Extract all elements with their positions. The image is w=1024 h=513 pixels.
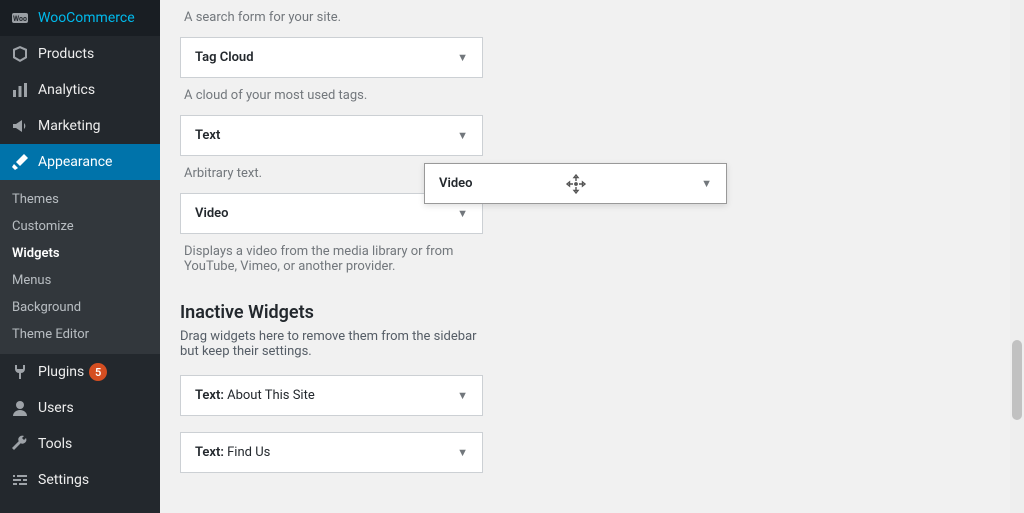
sidebar-item-tools[interactable]: Tools	[0, 426, 160, 462]
vertical-scrollbar[interactable]	[1010, 0, 1024, 513]
submenu-themes[interactable]: Themes	[0, 186, 160, 213]
widget-text[interactable]: Text ▼	[180, 115, 483, 156]
svg-text:Woo: Woo	[13, 15, 27, 23]
scrollbar-thumb[interactable]	[1012, 340, 1022, 420]
box-icon	[10, 44, 30, 64]
sidebar-item-settings[interactable]: Settings	[0, 462, 160, 498]
megaphone-icon	[10, 116, 30, 136]
sidebar-label: Plugins	[38, 364, 84, 380]
sidebar-label: Analytics	[38, 82, 95, 98]
chevron-down-icon: ▼	[457, 129, 468, 142]
sidebar-label: Users	[38, 400, 74, 416]
widget-tag-cloud[interactable]: Tag Cloud ▼	[180, 37, 483, 78]
sidebar-label: Marketing	[38, 118, 101, 134]
main-content: A search form for your site. Tag Cloud ▼…	[160, 0, 1024, 513]
chevron-down-icon: ▼	[701, 177, 712, 190]
chevron-down-icon: ▼	[457, 51, 468, 64]
sidebar-item-appearance[interactable]: Appearance	[0, 144, 160, 180]
inactive-widgets-desc: Drag widgets here to remove them from th…	[180, 329, 480, 359]
widget-desc-search: A search form for your site.	[184, 10, 469, 25]
appearance-submenu: Themes Customize Widgets Menus Backgroun…	[0, 180, 160, 354]
chevron-down-icon: ▼	[457, 207, 468, 220]
woo-icon: Woo	[10, 8, 30, 28]
sliders-icon	[10, 470, 30, 490]
wrench-icon	[10, 434, 30, 454]
bars-icon	[10, 80, 30, 100]
inactive-widget-findus[interactable]: Text: Find Us ▼	[180, 432, 483, 473]
widget-title: Video	[195, 206, 229, 221]
dragging-widget-video[interactable]: Video ▼	[424, 163, 727, 204]
widget-title: Tag Cloud	[195, 50, 254, 65]
sidebar-label: Tools	[38, 436, 72, 452]
chevron-down-icon: ▼	[457, 389, 468, 402]
submenu-customize[interactable]: Customize	[0, 213, 160, 240]
widget-title: Text	[195, 128, 220, 143]
widget-title: Text: About This Site	[195, 388, 315, 403]
admin-sidebar: Woo WooCommerce Products Analytics Marke…	[0, 0, 160, 513]
sidebar-label: Appearance	[38, 154, 112, 170]
sidebar-item-woocommerce[interactable]: Woo WooCommerce	[0, 0, 160, 36]
submenu-background[interactable]: Background	[0, 294, 160, 321]
sidebar-item-marketing[interactable]: Marketing	[0, 108, 160, 144]
move-cursor-icon	[564, 172, 588, 196]
submenu-widgets[interactable]: Widgets	[0, 240, 160, 267]
brush-icon	[10, 152, 30, 172]
sidebar-item-plugins[interactable]: Plugins 5	[0, 354, 160, 390]
plug-icon	[10, 362, 30, 382]
chevron-down-icon: ▼	[457, 446, 468, 459]
sidebar-item-users[interactable]: Users	[0, 390, 160, 426]
plugins-badge: 5	[89, 363, 107, 381]
inactive-widgets-heading: Inactive Widgets	[180, 302, 1004, 323]
dragging-widget-label: Video	[439, 176, 473, 191]
widget-title: Text: Find Us	[195, 445, 270, 460]
widget-desc-tag: A cloud of your most used tags.	[184, 88, 469, 103]
sidebar-item-analytics[interactable]: Analytics	[0, 72, 160, 108]
sidebar-item-products[interactable]: Products	[0, 36, 160, 72]
user-icon	[10, 398, 30, 418]
sidebar-label: Settings	[38, 472, 89, 488]
inactive-widget-about[interactable]: Text: About This Site ▼	[180, 375, 483, 416]
sidebar-label: WooCommerce	[38, 10, 135, 26]
sidebar-label: Products	[38, 46, 94, 62]
submenu-theme-editor[interactable]: Theme Editor	[0, 321, 160, 348]
widget-desc-video: Displays a video from the media library …	[184, 244, 469, 274]
submenu-menus[interactable]: Menus	[0, 267, 160, 294]
